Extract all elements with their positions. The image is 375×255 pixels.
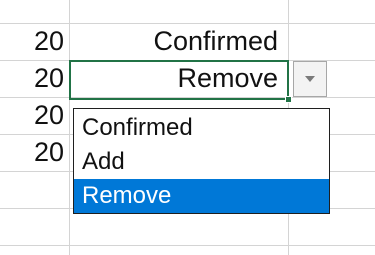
number-cell[interactable]: 20 bbox=[0, 97, 70, 134]
row-divider bbox=[0, 245, 375, 246]
dropdown-option-confirmed[interactable]: Confirmed bbox=[74, 111, 329, 145]
number-cell[interactable] bbox=[0, 171, 70, 208]
fill-handle[interactable] bbox=[285, 96, 292, 103]
number-cell[interactable]: 20 bbox=[0, 23, 70, 60]
status-cell[interactable]: Confirmed bbox=[70, 23, 288, 60]
dropdown-toggle-button[interactable] bbox=[293, 61, 327, 97]
number-cell[interactable] bbox=[0, 208, 70, 245]
number-cell[interactable]: 20 bbox=[0, 134, 70, 171]
chevron-down-icon bbox=[305, 76, 315, 82]
number-cell[interactable]: 20 bbox=[0, 60, 70, 97]
validation-dropdown-list: Confirmed Add Remove bbox=[73, 108, 330, 214]
dropdown-option-add[interactable]: Add bbox=[74, 145, 329, 179]
dropdown-option-remove[interactable]: Remove bbox=[74, 179, 329, 213]
active-cell-outline bbox=[69, 60, 289, 100]
